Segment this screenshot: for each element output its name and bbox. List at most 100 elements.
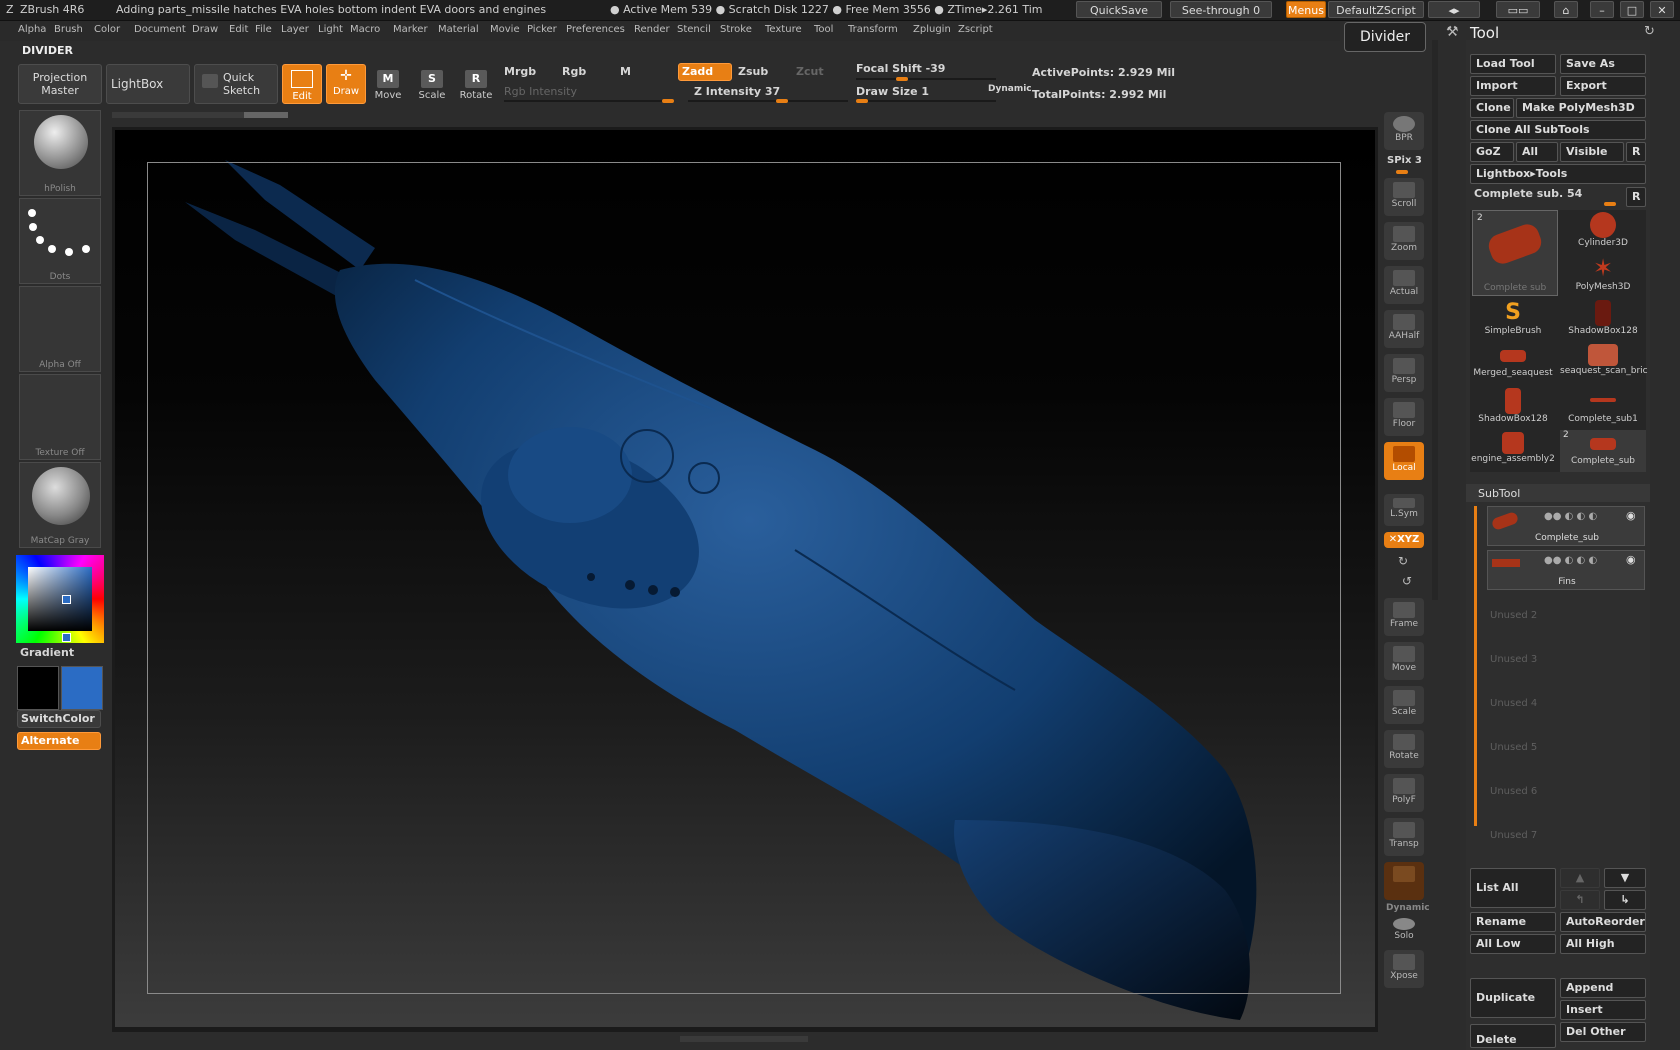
scroll-button[interactable]: Scroll bbox=[1384, 178, 1424, 216]
subtool-slot-unused[interactable]: Unused 5 bbox=[1490, 742, 1537, 753]
persp-button[interactable]: Persp bbox=[1384, 354, 1424, 392]
tool-item-cylinder3d[interactable]: Cylinder3D bbox=[1560, 210, 1646, 252]
autoreorder-button[interactable]: AutoReorder bbox=[1560, 912, 1646, 932]
lightbox-tools-button[interactable]: Lightbox▸Tools bbox=[1470, 164, 1646, 184]
menu-marker[interactable]: Marker bbox=[393, 24, 428, 35]
lightbox-button[interactable]: LightBox bbox=[106, 64, 190, 104]
menu-transform[interactable]: Transform bbox=[848, 24, 898, 35]
zadd-button[interactable]: Zadd bbox=[678, 63, 732, 81]
goz-button[interactable]: GoZ bbox=[1470, 142, 1514, 162]
z-intensity-track[interactable] bbox=[688, 100, 848, 102]
clone-button[interactable]: Clone bbox=[1470, 98, 1514, 118]
scale-view-button[interactable]: Scale bbox=[1384, 686, 1424, 724]
material-selector[interactable]: MatCap Gray bbox=[19, 462, 101, 548]
append-button[interactable]: Append bbox=[1560, 978, 1646, 998]
interface-layout-icon[interactable]: ▭▭ bbox=[1496, 1, 1540, 18]
local-button[interactable]: Local bbox=[1384, 442, 1424, 480]
aahalf-button[interactable]: AAHalf bbox=[1384, 310, 1424, 348]
stroke-selector[interactable]: Dots bbox=[19, 198, 101, 284]
frame-button[interactable]: Frame bbox=[1384, 598, 1424, 636]
tool-item-merged-seaquest[interactable]: Merged_seaquest bbox=[1470, 342, 1556, 384]
menu-material[interactable]: Material bbox=[438, 24, 479, 35]
tool-item-engine-assembly2[interactable]: engine_assembly2 bbox=[1470, 430, 1556, 472]
tool-item-shadowbox-2[interactable]: ShadowBox128 bbox=[1470, 386, 1556, 428]
menu-edit[interactable]: Edit bbox=[229, 24, 248, 35]
tool-item-complete-sub1[interactable]: Complete_sub1 bbox=[1560, 386, 1646, 428]
subtool-slot-unused[interactable]: Unused 6 bbox=[1490, 786, 1537, 797]
maximize-icon[interactable]: □ bbox=[1620, 1, 1644, 18]
make-polymesh-button[interactable]: Make PolyMesh3D bbox=[1516, 98, 1646, 118]
menu-brush[interactable]: Brush bbox=[54, 24, 83, 35]
move-down-right-icon[interactable]: ↳ bbox=[1604, 890, 1646, 910]
gradient-toggle[interactable]: Gradient bbox=[20, 646, 74, 659]
z-intensity-knob[interactable] bbox=[776, 99, 788, 103]
brush-selector[interactable]: hPolish bbox=[19, 110, 101, 196]
draw-mode-button[interactable]: ✛ Draw bbox=[326, 64, 366, 104]
polyf-button[interactable]: PolyF bbox=[1384, 774, 1424, 812]
tool-item-selected[interactable]: 2 Complete sub bbox=[1472, 210, 1558, 296]
scale-mode-button[interactable]: S Scale bbox=[410, 64, 454, 108]
menu-draw[interactable]: Draw bbox=[192, 24, 218, 35]
alternate-button[interactable]: Alternate bbox=[17, 732, 101, 750]
move-up-left-icon[interactable]: ↰ bbox=[1560, 890, 1600, 910]
menu-texture[interactable]: Texture bbox=[765, 24, 802, 35]
menu-color[interactable]: Color bbox=[94, 24, 120, 35]
zsub-button[interactable]: Zsub bbox=[738, 65, 768, 78]
tool-item-shadowbox[interactable]: ShadowBox128 bbox=[1560, 298, 1646, 340]
color-picker-cursor[interactable] bbox=[62, 595, 71, 604]
canvas-bottom-handle[interactable] bbox=[680, 1036, 808, 1042]
subtool-visibility-toggles[interactable]: ●● ◐ ◐ ◐ bbox=[1544, 555, 1597, 566]
current-tool-slider[interactable]: Complete sub. 54 bbox=[1474, 187, 1582, 200]
goz-r-button[interactable]: R bbox=[1626, 142, 1646, 162]
menu-macro[interactable]: Macro bbox=[350, 24, 380, 35]
transp-button[interactable]: Transp bbox=[1384, 818, 1424, 856]
export-button[interactable]: Export bbox=[1560, 76, 1646, 96]
subtool-slot-unused[interactable]: Unused 7 bbox=[1490, 830, 1537, 841]
menus-button[interactable]: Menus bbox=[1286, 1, 1326, 18]
draw-size-knob[interactable] bbox=[856, 99, 868, 103]
subtool-visibility-toggles[interactable]: ●● ◐ ◐ ◐ bbox=[1544, 511, 1597, 522]
focal-shift-knob[interactable] bbox=[896, 77, 908, 81]
menu-stencil[interactable]: Stencil bbox=[677, 24, 711, 35]
rotate-y-icon[interactable]: ↻ bbox=[1398, 554, 1408, 568]
color-saturation-square[interactable] bbox=[28, 567, 92, 631]
subtool-slot-unused[interactable]: Unused 3 bbox=[1490, 654, 1537, 665]
subtool-slot-unused[interactable]: Unused 4 bbox=[1490, 698, 1537, 709]
eye-icon[interactable]: ◉ bbox=[1626, 553, 1636, 566]
lsym-button[interactable]: L.Sym bbox=[1384, 494, 1424, 526]
rotate-view-button[interactable]: Rotate bbox=[1384, 730, 1424, 768]
menu-tool[interactable]: Tool bbox=[814, 24, 833, 35]
zcut-button[interactable]: Zcut bbox=[796, 65, 824, 78]
texture-selector[interactable]: Texture Off bbox=[19, 374, 101, 460]
tool-item-polymesh3d[interactable]: ✶ PolyMesh3D bbox=[1560, 254, 1646, 296]
load-tool-button[interactable]: Load Tool bbox=[1470, 54, 1556, 74]
rgb-intensity-knob[interactable] bbox=[662, 99, 674, 103]
default-zscript-button[interactable]: DefaultZScript bbox=[1328, 1, 1424, 18]
menu-layer[interactable]: Layer bbox=[281, 24, 309, 35]
menu-file[interactable]: File bbox=[255, 24, 272, 35]
edit-mode-button[interactable]: Edit bbox=[282, 64, 322, 104]
rgb-intensity-track[interactable] bbox=[504, 100, 674, 102]
all-high-button[interactable]: All High bbox=[1560, 934, 1646, 954]
subtool-scrollbar[interactable] bbox=[1474, 506, 1477, 826]
menu-stroke[interactable]: Stroke bbox=[720, 24, 752, 35]
draw-size-slider[interactable]: Draw Size 1 bbox=[856, 85, 929, 98]
minimize-icon[interactable]: – bbox=[1590, 1, 1614, 18]
menu-alpha[interactable]: Alpha bbox=[18, 24, 46, 35]
m-button[interactable]: M bbox=[620, 65, 631, 78]
quicksave-button[interactable]: QuickSave bbox=[1076, 1, 1162, 18]
mrgb-button[interactable]: Mrgb bbox=[504, 65, 536, 78]
spix-slider[interactable]: SPix 3 bbox=[1387, 155, 1422, 166]
menu-document[interactable]: Document bbox=[134, 24, 186, 35]
dynamic-size-toggle[interactable]: Dynamic bbox=[988, 84, 1032, 94]
ghost-button[interactable] bbox=[1384, 862, 1424, 900]
move-mode-button[interactable]: M Move bbox=[366, 64, 410, 108]
actual-button[interactable]: Actual bbox=[1384, 266, 1424, 304]
menu-picker[interactable]: Picker bbox=[527, 24, 557, 35]
current-tool-knob[interactable] bbox=[1604, 202, 1616, 206]
delete-button[interactable]: Delete bbox=[1470, 1024, 1556, 1048]
hue-picker-cursor[interactable] bbox=[62, 633, 71, 642]
layout-arrows-icon[interactable]: ◂▸ bbox=[1428, 1, 1480, 18]
menu-render[interactable]: Render bbox=[634, 24, 670, 35]
switchcolor-button[interactable]: SwitchColor bbox=[17, 710, 101, 728]
